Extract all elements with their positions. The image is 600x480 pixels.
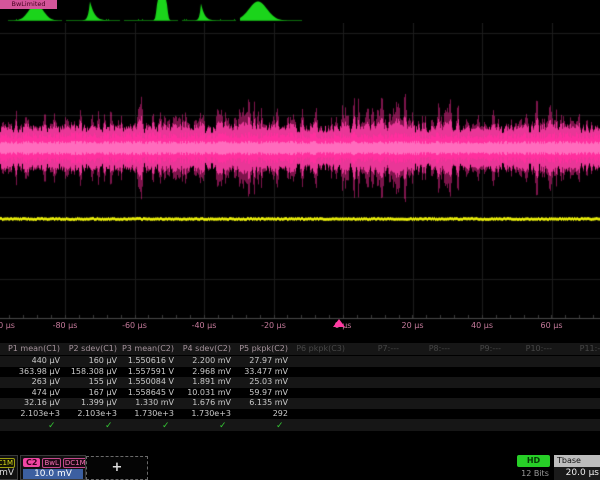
measure-value: 1.730e+3 [118, 409, 174, 420]
time-axis-label: 20 µs [402, 320, 424, 331]
time-axis-label: 40 µs [471, 320, 493, 331]
measure-value: 2.200 mV [175, 356, 231, 367]
measure-value: 1.550084 V [118, 377, 174, 388]
measure-header-p3[interactable]: P3 mean(C2) [118, 344, 174, 355]
measure-header-p4[interactable]: P4 sdev(C2) [175, 344, 231, 355]
measure-header-p7[interactable]: P7:--- [343, 344, 399, 355]
measure-histicons-canvas [0, 0, 600, 23]
c2-bwlimit-badge: BwLimited [0, 0, 57, 9]
channel-c1-descriptor[interactable]: C1 DC1M 0 mV [0, 455, 18, 480]
measure-value: 32.16 µV [4, 398, 60, 409]
measure-value: 1.676 mV [175, 398, 231, 409]
waveform-grid-canvas [0, 0, 600, 320]
measure-value: 1.550616 V [118, 356, 174, 367]
measure-value: 10.031 mV [175, 388, 231, 399]
time-axis-label: -40 µs [192, 320, 217, 331]
measure-value: 1.558645 V [118, 388, 174, 399]
measure-value: 1.730e+3 [175, 409, 231, 420]
measure-value: 2.103e+3 [61, 409, 117, 420]
channel-c2-descriptor[interactable]: C2 BwL DC1M 10.0 mV [20, 455, 86, 480]
time-axis-label: -80 µs [53, 320, 78, 331]
measure-status-check: ✓ [48, 421, 56, 431]
measure-status-check: ✓ [162, 421, 170, 431]
measure-value: 158.308 µV [61, 367, 117, 378]
measure-value: 6.135 mV [232, 398, 288, 409]
bottom-bar: C1 DC1M 0 mV C2 BwL DC1M 10.0 mV + HD 12… [0, 455, 600, 480]
measure-header-p10[interactable]: P10:--- [496, 344, 552, 355]
measure-value: 25.03 mV [232, 377, 288, 388]
time-axis-label: 60 µs [541, 320, 563, 331]
time-axis-label: -20 µs [261, 320, 286, 331]
c2-coupling-badge: DC1M [63, 458, 86, 468]
c2-bandwidth-badge: BwL [42, 458, 60, 468]
measure-value: 1.330 mV [118, 398, 174, 409]
measure-header-p2[interactable]: P2 sdev(C1) [61, 344, 117, 355]
time-axis-label: -100 µs [0, 320, 15, 331]
c2-volts-div-value: 10.0 mV [23, 469, 83, 480]
measure-value: 292 [232, 409, 288, 420]
time-axis-label: -60 µs [122, 320, 147, 331]
adc-bits-label: 12 Bits [517, 469, 553, 478]
measure-value: 27.97 mV [232, 356, 288, 367]
measure-value: 160 µV [61, 356, 117, 367]
table-row-stripe [0, 419, 600, 431]
c2-badge-row: C2 BwL DC1M [21, 456, 85, 468]
measure-value: 59.97 mV [232, 388, 288, 399]
hd-mode-badge: HD [517, 455, 550, 467]
measure-status-check: ✓ [276, 421, 284, 431]
measure-value: 2.968 mV [175, 367, 231, 378]
measure-status-check: ✓ [105, 421, 113, 431]
measure-value: 263 µV [4, 377, 60, 388]
measure-value: 474 µV [4, 388, 60, 399]
measure-header-p9[interactable]: P9:--- [445, 344, 501, 355]
measure-header-p1[interactable]: P1 mean(C1) [4, 344, 60, 355]
measure-header-p6[interactable]: P6 pkpk(C3) [289, 344, 345, 355]
measure-value: 440 µV [4, 356, 60, 367]
trigger-position-marker[interactable] [333, 319, 345, 327]
measure-value: 155 µV [61, 377, 117, 388]
measure-value: 1.557591 V [118, 367, 174, 378]
add-trace-button[interactable]: + [86, 456, 148, 480]
measure-status-check: ✓ [219, 421, 227, 431]
c1-volts-div-value: 0 mV [0, 468, 17, 479]
c1-badge-row: C1 DC1M [0, 456, 17, 468]
oscilloscope-screen: BwLimited -100 µs -80 µs -60 µs -40 µs -20 µ… [0, 0, 600, 480]
measure-header-p5[interactable]: P5 pkpk(C2) [232, 344, 288, 355]
measure-value: 167 µV [61, 388, 117, 399]
c2-label-badge: C2 [23, 458, 40, 467]
measure-value: 2.103e+3 [4, 409, 60, 420]
measure-value: 1.891 mV [175, 377, 231, 388]
timebase-descriptor[interactable]: Tbase 20.0 µs [554, 455, 600, 480]
c1-coupling-badge: DC1M [0, 458, 15, 468]
measure-value: 363.98 µV [4, 367, 60, 378]
measure-value: 1.399 µV [61, 398, 117, 409]
measure-header-p8[interactable]: P8:--- [394, 344, 450, 355]
measure-value: 33.477 mV [232, 367, 288, 378]
measure-header-p11[interactable]: P11:--- [550, 344, 600, 355]
timebase-label: Tbase [554, 455, 600, 467]
timebase-value: 20.0 µs [554, 467, 600, 480]
